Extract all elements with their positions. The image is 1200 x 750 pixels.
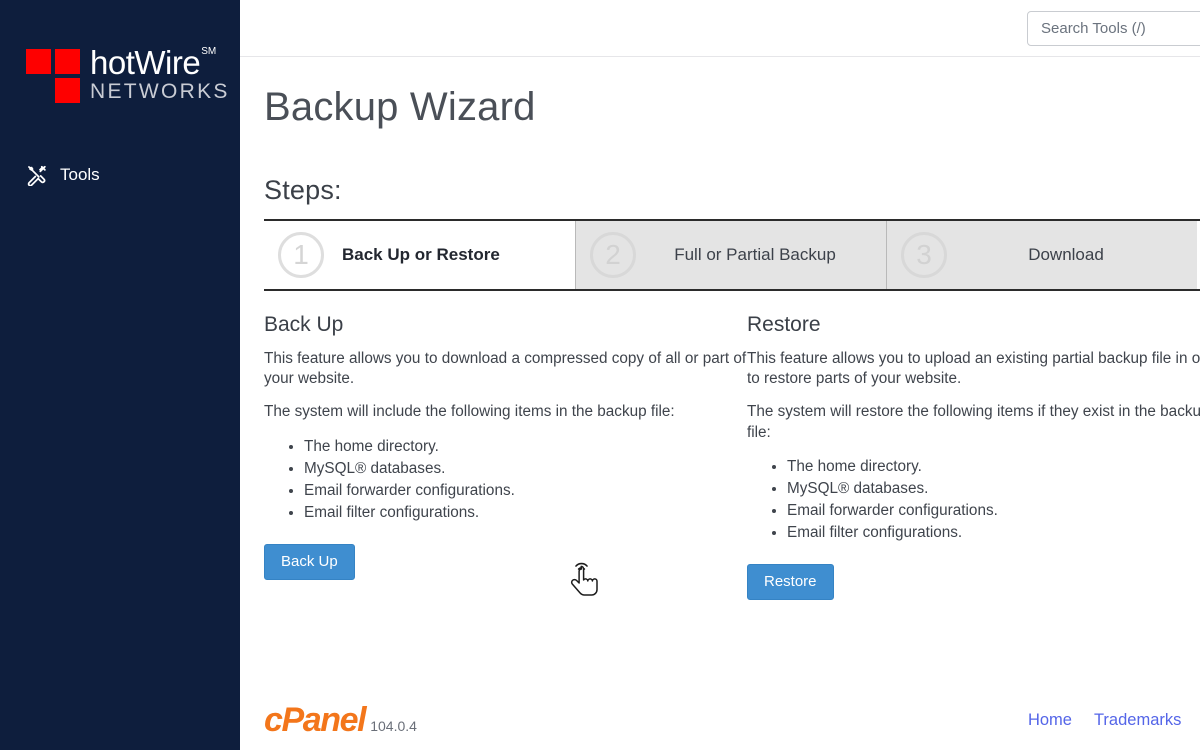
step-label-1: Back Up or Restore [342,245,500,264]
main-area: Backup Wizard Steps: 1 Back Up or Restor… [240,0,1200,750]
step-number-3: 3 [901,232,947,278]
restore-title: Restore [747,313,821,336]
list-item: MySQL® databases. [304,458,747,480]
tools-icon [26,164,48,187]
brand-subtitle: NETWORKS [90,80,230,103]
backup-title: Back Up [264,313,344,336]
brand-name: hotWireSM [90,44,217,81]
back-up-button[interactable]: Back Up [264,544,355,581]
backup-column: Back Up This feature allows you to downl… [264,313,747,600]
step-tab-1[interactable]: 1 Back Up or Restore [264,221,575,289]
restore-paragraph-2: The system will restore the following it… [747,403,1200,441]
logo-squares-icon [26,49,82,105]
sidebar-item-tools[interactable]: Tools [26,164,100,187]
sidebar: hotWireSM NETWORKS Tools [0,0,240,750]
restore-button[interactable]: Restore [747,564,834,601]
restore-column: Restore This feature allows you to uploa… [747,313,1200,601]
footer-link-home[interactable]: Home [1028,711,1072,730]
list-item: MySQL® databases. [787,478,1200,500]
step-number-1: 1 [278,232,324,278]
page-title: Backup Wizard [264,85,536,129]
wizard-columns: Back Up This feature allows you to downl… [264,313,1200,601]
brand-name-text: hotWire [90,44,201,81]
step-tab-2[interactable]: 2 Full or Partial Backup [575,221,886,289]
step-label-2: Full or Partial Backup [674,245,836,264]
search-box[interactable] [1027,10,1200,46]
top-bar [240,0,1200,57]
restore-paragraph-1: This feature allows you to upload an exi… [747,350,1200,388]
search-input[interactable] [1041,19,1200,37]
page-content: Backup Wizard Steps: 1 Back Up or Restor… [240,57,1200,750]
app-root: hotWireSM NETWORKS Tools Search Tools (/… [0,0,1200,750]
step-label-3: Download [1028,245,1104,264]
steps-tablist: 1 Back Up or Restore 2 Full or Partial B… [264,219,1200,291]
backup-items-list: The home directory. MySQL® databases. Em… [284,436,747,525]
footer-links: Home Trademarks Privacy Policy Documenta… [1028,711,1200,730]
brand-superscript: SM [201,46,217,57]
backup-paragraph-2: The system will include the following it… [264,403,675,421]
list-item: The home directory. [787,456,1200,478]
list-item: Email forwarder configurations. [304,480,747,502]
step-number-2: 2 [590,232,636,278]
list-item: Email filter configurations. [304,502,747,524]
list-item: Email filter configurations. [787,522,1200,544]
backup-paragraph-1: This feature allows you to download a co… [264,350,747,388]
sidebar-item-tools-label: Tools [60,165,100,184]
steps-heading: Steps: [264,175,342,205]
page-footer: cPanel 104.0.4 Home Trademarks Privacy P… [240,690,1200,750]
list-item: Email forwarder configurations. [787,500,1200,522]
step-tab-3[interactable]: 3 Download [886,221,1197,289]
footer-link-trademarks[interactable]: Trademarks [1094,711,1181,730]
cpanel-version: 104.0.4 [370,718,417,734]
list-item: The home directory. [304,436,747,458]
cpanel-logo: cPanel 104.0.4 [264,703,417,737]
cpanel-wordmark: cPanel [264,701,367,739]
brand-logo: hotWireSM NETWORKS [26,46,230,105]
restore-items-list: The home directory. MySQL® databases. Em… [767,456,1200,545]
